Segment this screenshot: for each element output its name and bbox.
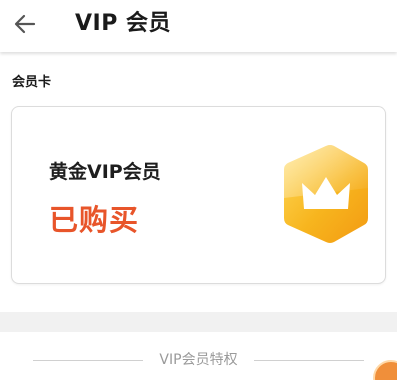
section-separator — [0, 312, 397, 332]
back-button[interactable] — [10, 10, 40, 38]
app-bar: VIP 会员 — [0, 0, 397, 52]
divider-right — [254, 360, 364, 361]
divider-left — [33, 360, 143, 361]
vip-membership-card[interactable]: 黄金VIP会员 已购买 — [11, 106, 386, 284]
arrow-left-icon — [14, 14, 36, 34]
section-title-membership-card: 会员卡 — [12, 75, 52, 90]
purchase-status: 已购买 — [49, 203, 140, 237]
floating-action-button[interactable] — [373, 360, 397, 380]
membership-name: 黄金VIP会员 — [49, 161, 161, 183]
privileges-title: VIP会员特权 — [159, 352, 238, 368]
crown-icon — [284, 145, 368, 243]
page-title: VIP 会员 — [75, 11, 171, 36]
